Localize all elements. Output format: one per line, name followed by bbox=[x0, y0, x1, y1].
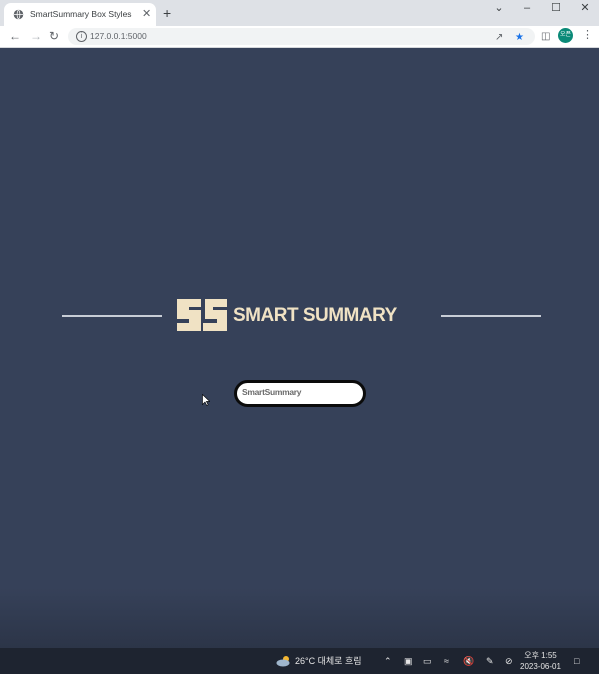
clock[interactable]: 오후 1:55 2023-06-01 bbox=[520, 650, 561, 672]
minimize-button[interactable]: – bbox=[512, 0, 542, 16]
ss-logo-icon bbox=[177, 299, 227, 331]
wifi-icon[interactable]: ≈ bbox=[444, 655, 449, 667]
forward-arrow-icon[interactable]: → bbox=[30, 28, 42, 44]
tab-search-icon[interactable]: ⌄ bbox=[484, 0, 514, 16]
meet-now-icon[interactable]: ▣ bbox=[404, 655, 413, 667]
left-divider-line bbox=[62, 315, 162, 317]
speaker-muted-icon[interactable]: 🔇 bbox=[463, 655, 474, 667]
right-divider-line bbox=[441, 315, 541, 317]
clock-time: 오후 1:55 bbox=[524, 651, 557, 660]
browser-toolbar: ← → ↻ i 127.0.0.1:5000 ↗ ★ ◫ bbox=[0, 26, 599, 48]
back-arrow-icon[interactable]: ← bbox=[9, 28, 21, 44]
notification-status-icon[interactable]: ⊘ bbox=[505, 655, 513, 667]
tab-title: SmartSummary Box Styles bbox=[30, 9, 132, 19]
bookmark-star-icon[interactable]: ★ bbox=[515, 31, 524, 45]
share-icon[interactable]: ↗ bbox=[495, 31, 503, 45]
tab-close-icon[interactable]: ✕ bbox=[142, 7, 151, 21]
url-text: 127.0.0.1:5000 bbox=[90, 31, 147, 41]
tab-strip: SmartSummary Box Styles ✕ + ⌄ – ☐ ✕ bbox=[0, 0, 599, 26]
smartsummary-box[interactable]: SmartSummary bbox=[234, 380, 366, 407]
close-window-button[interactable]: ✕ bbox=[570, 0, 599, 16]
mouse-cursor-icon bbox=[202, 394, 210, 406]
site-info-icon[interactable]: i bbox=[76, 31, 87, 42]
maximize-button[interactable]: ☐ bbox=[541, 0, 571, 16]
new-tab-button[interactable]: + bbox=[163, 5, 171, 21]
browser-tab[interactable]: SmartSummary Box Styles ✕ bbox=[4, 3, 156, 26]
clock-date: 2023-06-01 bbox=[520, 662, 561, 671]
address-bar[interactable]: i 127.0.0.1:5000 ↗ ★ bbox=[68, 28, 535, 45]
reload-icon[interactable]: ↻ bbox=[49, 28, 59, 44]
page-content: SMART SUMMARY SmartSummary bbox=[0, 48, 599, 648]
profile-avatar[interactable]: 오픈 bbox=[558, 28, 573, 43]
battery-icon[interactable]: ▭ bbox=[423, 655, 432, 667]
logo-text: SMART SUMMARY bbox=[233, 305, 397, 326]
side-panel-icon[interactable]: ◫ bbox=[541, 30, 550, 44]
weather-text[interactable]: 26°C 대체로 흐림 bbox=[295, 655, 362, 667]
menu-kebab-icon[interactable]: ⋮ bbox=[582, 28, 593, 43]
pen-workspace-icon[interactable]: ✎ bbox=[486, 655, 494, 667]
box-label: SmartSummary bbox=[242, 387, 302, 397]
windows-taskbar: 26°C 대체로 흐림 ⌃ ▣ ▭ ≈ 🔇 ✎ ⊘ 오후 1:55 2023-0… bbox=[0, 648, 599, 674]
cloudy-weather-icon bbox=[276, 656, 290, 667]
globe-icon bbox=[13, 9, 24, 20]
show-hidden-icons-chevron-icon[interactable]: ⌃ bbox=[384, 655, 392, 667]
notification-center-icon[interactable]: □ bbox=[574, 655, 579, 667]
